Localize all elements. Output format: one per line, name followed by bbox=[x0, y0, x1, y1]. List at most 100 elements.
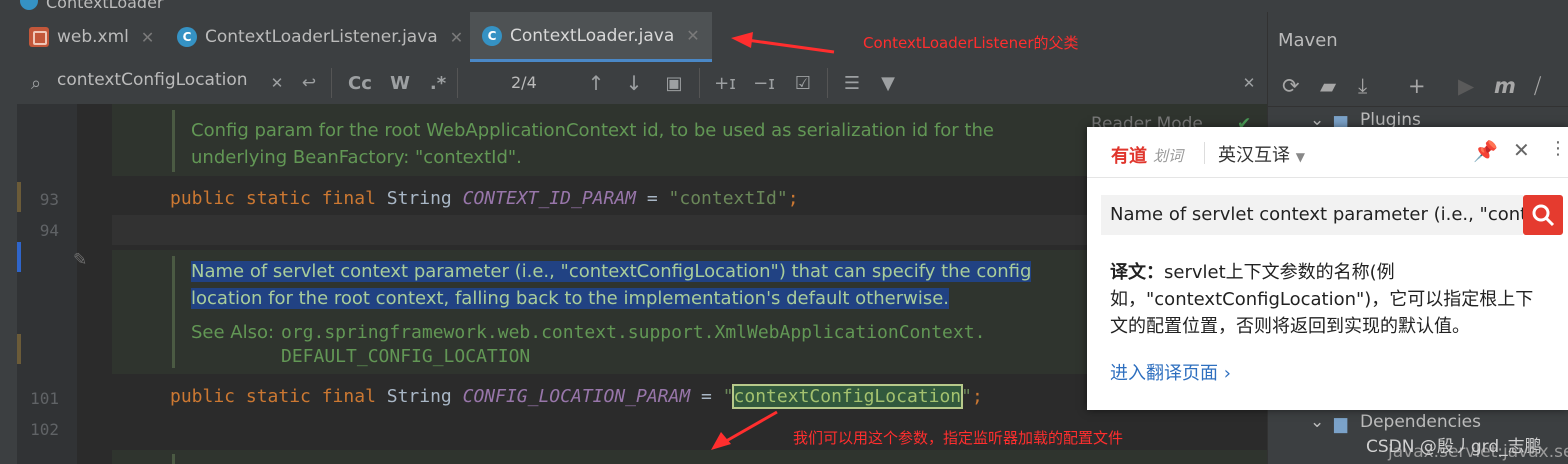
see-also-link[interactable]: org.springframework.web.context.support.… bbox=[281, 322, 985, 343]
edit-icon[interactable]: ✎ bbox=[73, 250, 87, 270]
keyword: public static final bbox=[170, 386, 387, 407]
tab-label: ContextLoader.java bbox=[510, 25, 675, 46]
translation-result: 译文：servlet上下文参数的名称(例如，"contextConfigLoca… bbox=[1110, 259, 1550, 340]
translation-text: servlet上下文参数的名称(例如，"contextConfigLocatio… bbox=[1110, 262, 1534, 337]
previous-match-icon[interactable]: ↑ bbox=[584, 70, 608, 96]
title-bar: ContextLoader bbox=[0, 0, 1568, 12]
doc-block bbox=[112, 450, 1267, 464]
chevron-right-icon: › bbox=[1223, 363, 1231, 384]
more-icon[interactable]: ⋮ bbox=[1549, 138, 1567, 159]
maven-toolbar: ⟳ ▰ ⤓ + ▶ m ⧸ bbox=[1268, 68, 1568, 107]
line-number: 94 bbox=[39, 221, 59, 240]
select-all-icon[interactable]: ▣ bbox=[662, 70, 686, 96]
open-translation-page-link[interactable]: 进入翻译页面 › bbox=[1110, 359, 1231, 385]
translation-label: 译文： bbox=[1110, 262, 1164, 283]
reload-icon[interactable]: ⟳ bbox=[1282, 74, 1300, 98]
folder-sync-icon[interactable]: ▰ bbox=[1320, 74, 1336, 98]
filter-icon[interactable]: ▼ bbox=[875, 70, 901, 96]
doc-bar bbox=[172, 110, 175, 172]
xml-file-icon bbox=[29, 27, 49, 47]
youdao-logo-sub: 划词 bbox=[1153, 147, 1184, 165]
selected-text: location for the root context, falling b… bbox=[191, 288, 950, 309]
code-editor[interactable]: Config param for the root WebApplication… bbox=[17, 104, 1267, 464]
remove-occurrence-icon[interactable]: −ɪ bbox=[749, 70, 779, 96]
constant-name: CONFIG_LOCATION_PARAM bbox=[462, 386, 691, 407]
semicolon: ; bbox=[787, 188, 799, 209]
editor-tab-bar: web.xml ✕ C ContextLoaderListener.java ✕… bbox=[17, 12, 1267, 63]
annotation-arrow bbox=[731, 32, 835, 54]
close-icon[interactable]: ✕ bbox=[450, 28, 463, 47]
skip-tests-icon[interactable]: ⧸ bbox=[1534, 74, 1541, 99]
tab-context-loader-listener[interactable]: C ContextLoaderListener.java ✕ bbox=[177, 12, 463, 62]
tab-annotation: ContextLoaderListener的父类 bbox=[863, 34, 1079, 52]
line-gutter bbox=[17, 104, 77, 464]
whole-word-button[interactable]: W bbox=[387, 70, 413, 96]
expand-icon[interactable]: ⌄ bbox=[1310, 412, 1324, 432]
gutter-marker bbox=[17, 334, 21, 364]
see-also-label: See Also: bbox=[191, 322, 275, 343]
type-name: String bbox=[386, 188, 463, 209]
clear-icon[interactable]: ✕ bbox=[267, 70, 287, 96]
keyword: public static final bbox=[170, 188, 387, 209]
close-icon[interactable]: ✕ bbox=[1513, 138, 1530, 162]
search-icon bbox=[1532, 204, 1555, 227]
filter-options-icon[interactable]: ☰ bbox=[839, 70, 865, 96]
code-annotation: 我们可以用这个参数，指定监听器加载的配置文件 bbox=[793, 429, 1124, 447]
divider bbox=[827, 68, 828, 98]
translation-mode-select[interactable]: 英汉互译 ▼ bbox=[1218, 141, 1305, 167]
line-number: 102 bbox=[30, 420, 59, 439]
class-icon: C bbox=[177, 27, 197, 47]
constant-name: CONTEXT_ID_PARAM bbox=[462, 188, 636, 209]
tab-context-loader[interactable]: C ContextLoader.java ✕ bbox=[470, 12, 712, 62]
tree-item-dependencies[interactable]: Dependencies bbox=[1360, 412, 1481, 432]
new-line-icon[interactable]: ↩ bbox=[297, 70, 321, 96]
dependencies-icon: ▆ bbox=[1334, 414, 1348, 434]
select-all-occurrences-icon[interactable]: ☑ bbox=[788, 70, 818, 96]
translation-popup: 有道 划词 英汉互译 ▼ 📌 ✕ ⋮ Name of servlet conte… bbox=[1087, 127, 1568, 410]
string-literal: "contextId" bbox=[668, 188, 788, 209]
maven-goal-icon[interactable]: m bbox=[1494, 74, 1516, 98]
divider bbox=[457, 68, 458, 98]
left-tool-strip bbox=[0, 12, 18, 464]
annotation-arrow bbox=[711, 410, 778, 450]
link-label: 进入翻译页面 bbox=[1110, 363, 1218, 384]
add-occurrence-icon[interactable]: +ɪ bbox=[710, 70, 740, 96]
class-icon bbox=[20, 0, 38, 10]
close-icon[interactable]: ✕ bbox=[1239, 70, 1259, 96]
regex-button[interactable]: .* bbox=[425, 70, 451, 96]
close-icon[interactable]: ✕ bbox=[686, 26, 699, 45]
find-bar: ⌕ contextConfigLocation ✕ ↩ Cc W .* 2/4 … bbox=[17, 62, 1267, 105]
run-icon[interactable]: ▶ bbox=[1458, 74, 1474, 98]
tab-label: web.xml bbox=[57, 27, 129, 47]
match-count: 2/4 bbox=[511, 73, 537, 92]
line-number: 101 bbox=[30, 389, 59, 408]
download-icon[interactable]: ⤓ bbox=[1358, 74, 1367, 99]
search-input[interactable]: contextConfigLocation bbox=[57, 70, 248, 90]
match-case-button[interactable]: Cc bbox=[345, 70, 375, 96]
search-icon[interactable]: ⌕ bbox=[23, 70, 49, 96]
code-line-101: public static final String CONFIG_LOCATI… bbox=[170, 384, 983, 409]
divider bbox=[1204, 142, 1205, 164]
next-match-icon[interactable]: ↓ bbox=[622, 70, 646, 96]
doc-comment-context-id: Config param for the root WebApplication… bbox=[191, 117, 994, 171]
operator: = bbox=[636, 188, 669, 209]
pin-icon[interactable]: 📌 bbox=[1473, 139, 1498, 163]
doc-line: underlying BeanFactory: "contextId". bbox=[191, 147, 522, 168]
maven-title: Maven bbox=[1278, 30, 1338, 51]
semicolon: ; bbox=[971, 386, 983, 407]
source-text-field[interactable]: Name of servlet context parameter (i.e.,… bbox=[1101, 195, 1523, 235]
class-icon: C bbox=[482, 25, 502, 46]
mode-label: 英汉互译 bbox=[1218, 145, 1290, 166]
youdao-logo: 有道 bbox=[1111, 146, 1147, 167]
add-icon[interactable]: + bbox=[1408, 74, 1426, 98]
doc-bar bbox=[172, 256, 175, 368]
tab-label: ContextLoaderListener.java bbox=[205, 27, 438, 47]
search-button[interactable] bbox=[1523, 195, 1563, 235]
line-number: 93 bbox=[39, 190, 59, 209]
doc-line: Config param for the root WebApplication… bbox=[191, 120, 994, 141]
tab-web-xml[interactable]: web.xml ✕ bbox=[29, 12, 154, 62]
see-also-link[interactable]: DEFAULT_CONFIG_LOCATION bbox=[281, 346, 530, 367]
close-icon[interactable]: ✕ bbox=[141, 28, 154, 47]
chevron-down-icon: ▼ bbox=[1295, 150, 1305, 164]
gutter-marker bbox=[17, 242, 21, 272]
